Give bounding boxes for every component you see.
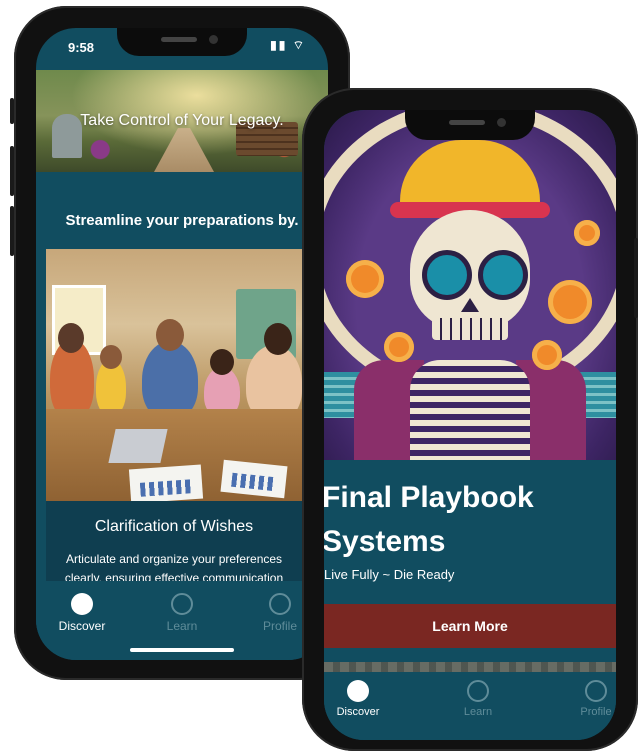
- user-icon: [585, 680, 607, 702]
- speaker: [161, 37, 197, 42]
- person-head-illustration: [58, 323, 84, 353]
- marigold-illustration: [384, 332, 414, 362]
- laptop-illustration: [108, 429, 168, 463]
- tab-label: Profile: [580, 706, 612, 718]
- left-phone: 9:58 ▮▮ ⌔ Take Control of Your Legacy. S…: [10, 6, 350, 680]
- toddler-head-illustration: [210, 349, 234, 375]
- calavera-artwork: [324, 110, 616, 460]
- marigold-illustration: [532, 340, 562, 370]
- learn-more-button[interactable]: Learn More: [324, 604, 616, 648]
- left-phone-screen: 9:58 ▮▮ ⌔ Take Control of Your Legacy. S…: [36, 28, 328, 660]
- tab-label: Profile: [262, 619, 297, 633]
- child-head-illustration: [100, 345, 122, 369]
- tab-label: Discover: [336, 706, 380, 718]
- tab-profile[interactable]: Profile: [556, 680, 616, 718]
- home-indicator[interactable]: [130, 648, 234, 652]
- skull-eye-illustration: [422, 250, 472, 300]
- ribcage-illustration: [410, 360, 530, 460]
- speaker: [449, 120, 485, 125]
- volume-up-button: [10, 146, 14, 196]
- tab-learn[interactable]: Learn: [142, 593, 222, 633]
- document-illustration: [220, 459, 288, 499]
- compass-icon: [71, 593, 93, 615]
- tab-label: Learn: [463, 706, 493, 718]
- notch: [117, 28, 247, 56]
- camera: [497, 118, 506, 127]
- search-icon: [171, 593, 193, 615]
- marigold-illustration: [548, 280, 592, 324]
- tab-discover[interactable]: Discover: [324, 680, 398, 718]
- search-icon: [467, 680, 489, 702]
- hero-banner: Take Control of Your Legacy.: [36, 70, 328, 172]
- camera: [209, 35, 218, 44]
- tab-learn[interactable]: Learn: [438, 680, 518, 718]
- section-title: Streamline your preparations by.: [65, 212, 299, 229]
- notch: [405, 110, 535, 140]
- compass-icon: [347, 680, 369, 702]
- promo-title: Final Playbook Systems: [324, 481, 534, 558]
- tab-label: Discover: [58, 619, 106, 633]
- right-phone-screen: Final Playbook Systems Live Fully ~ Die …: [324, 110, 616, 740]
- image-strip: [324, 662, 616, 672]
- power-button: [634, 238, 638, 318]
- tab-discover[interactable]: Discover: [42, 593, 122, 633]
- skull-eye-illustration: [478, 250, 528, 300]
- tab-label: Learn: [166, 619, 198, 633]
- hero-title: Take Control of Your Legacy.: [80, 112, 284, 129]
- card-title: Clarification of Wishes: [94, 518, 254, 535]
- tab-bar: Discover Learn Profile: [324, 672, 616, 740]
- status-time: 9:58: [68, 40, 95, 55]
- signal-wifi-icon: ▮▮ ⌔: [270, 38, 306, 52]
- father-illustration: [142, 341, 198, 419]
- user-icon: [269, 593, 291, 615]
- mute-switch: [10, 98, 14, 124]
- marigold-illustration: [574, 220, 600, 246]
- promo-tagline: Live Fully ~ Die Ready: [324, 567, 455, 582]
- father-head-illustration: [156, 319, 184, 351]
- document-chart-illustration: [128, 464, 204, 501]
- volume-down-button: [10, 206, 14, 256]
- skull-teeth-illustration: [432, 318, 508, 340]
- right-phone: Final Playbook Systems Live Fully ~ Die …: [302, 88, 638, 751]
- mother-head-illustration: [264, 323, 292, 355]
- marigold-illustration: [346, 260, 384, 298]
- feature-card[interactable]: Clarification of Wishes Articulate and o…: [46, 249, 302, 604]
- garden-path-illustration: [154, 128, 214, 172]
- family-planning-image: [46, 249, 302, 501]
- tab-bar: Discover Learn Profile: [36, 581, 328, 660]
